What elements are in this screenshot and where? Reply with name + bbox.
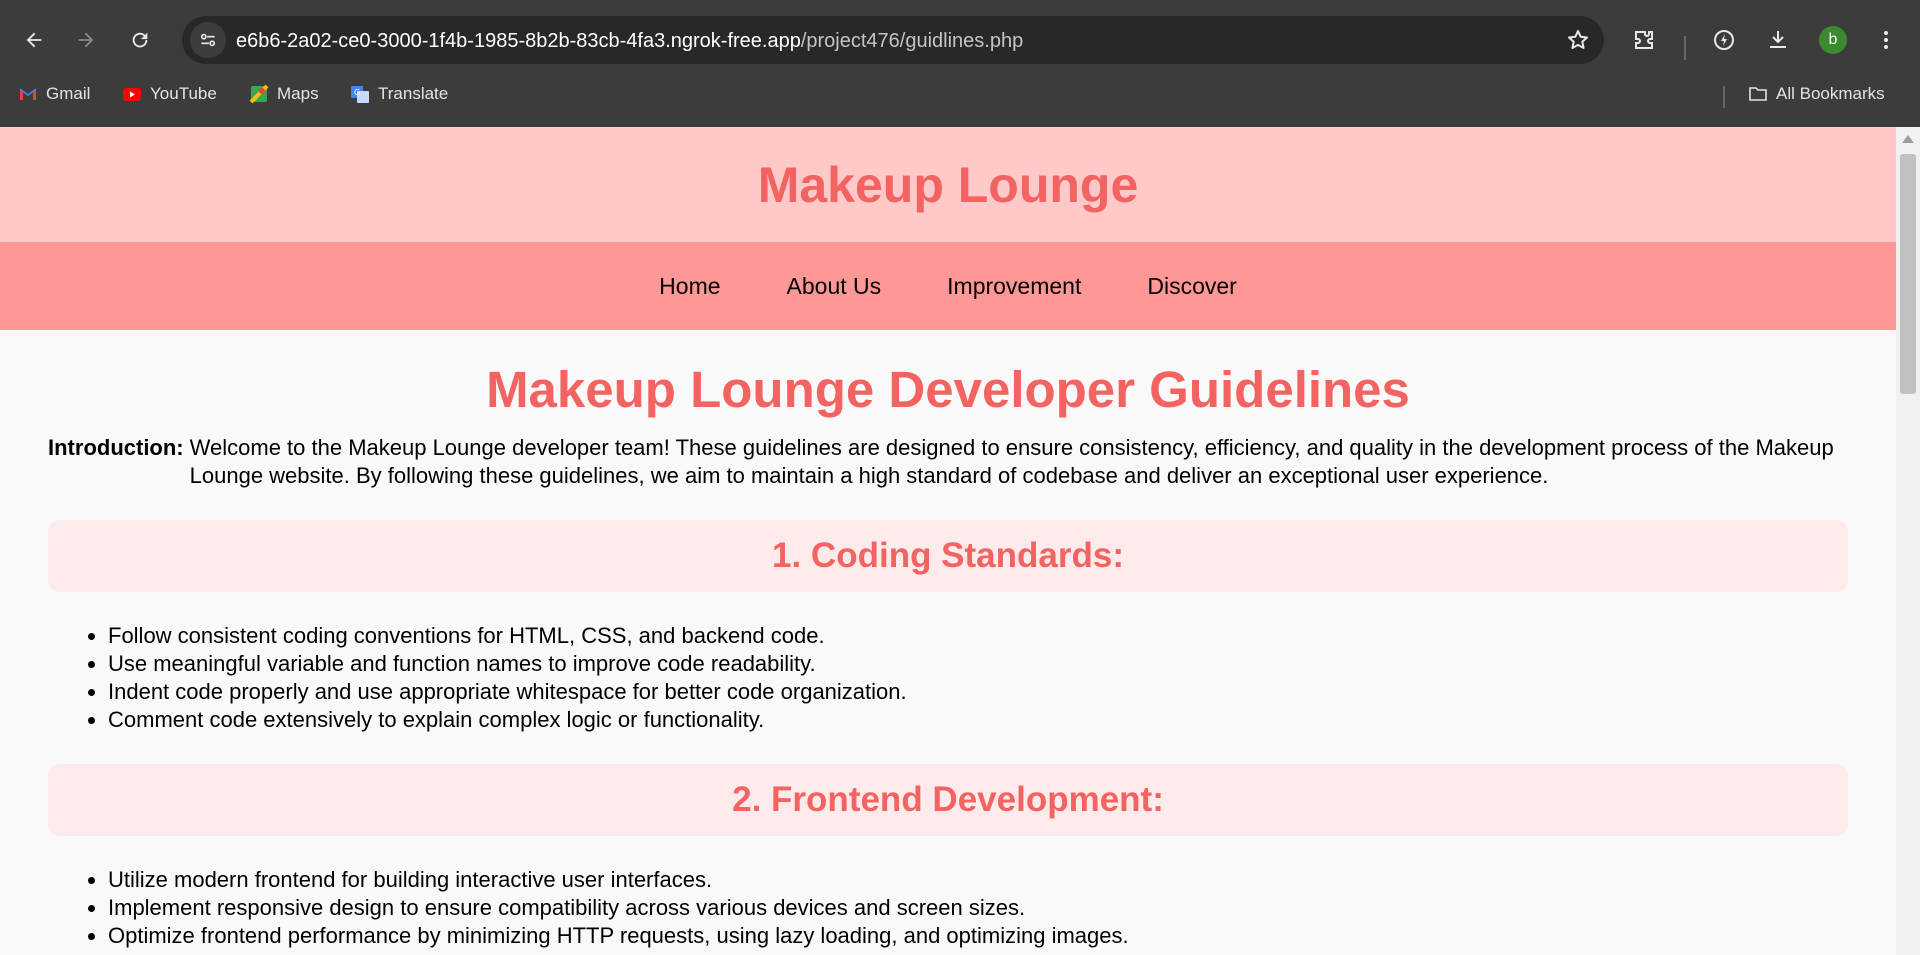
browser-chrome: e6b6-2a02-ce0-3000-1f4b-1985-8b2b-83cb-4… (0, 0, 1920, 127)
list-item: Comment code extensively to explain comp… (108, 706, 1848, 734)
list-item: Optimize frontend performance by minimiz… (108, 922, 1848, 950)
page-scrollbar[interactable] (1896, 127, 1920, 955)
list-item: Implement responsive design to ensure co… (108, 894, 1848, 922)
coding-standards-list: Follow consistent coding conventions for… (48, 622, 1848, 734)
nav-link-about-us[interactable]: About Us (754, 273, 915, 300)
bookmark-label: YouTube (150, 84, 217, 103)
bookmark-maps[interactable]: Maps (249, 80, 319, 108)
svg-text:G: G (354, 88, 360, 97)
url-text[interactable]: e6b6-2a02-ce0-3000-1f4b-1985-8b2b-83cb-4… (236, 30, 1023, 53)
scrollbar-thumb[interactable] (1900, 154, 1916, 394)
bookmark-youtube[interactable]: YouTube (122, 80, 217, 108)
section-header-frontend-development: 2. Frontend Development: (48, 764, 1848, 836)
profile-avatar[interactable]: b (1819, 26, 1847, 54)
page-heading: Makeup Lounge Developer Guidelines (486, 361, 1410, 418)
list-item: Use meaningful variable and function nam… (108, 650, 1848, 678)
all-bookmarks-button[interactable]: All Bookmarks (1748, 80, 1885, 108)
site-info-icon[interactable] (190, 22, 226, 58)
bookmark-star-icon[interactable] (1566, 28, 1590, 52)
intro-label: Introduction: (48, 435, 184, 460)
intro-text: Welcome to the Makeup Lounge developer t… (189, 435, 1834, 488)
nav-link-improvement[interactable]: Improvement (914, 273, 1114, 300)
main-content: Makeup Lounge Developer Guidelines Intro… (0, 360, 1896, 950)
gmail-icon (18, 84, 38, 104)
nav-link-home[interactable]: Home (626, 273, 753, 300)
section-header-coding-standards: 1. Coding Standards: (48, 520, 1848, 592)
back-icon[interactable] (20, 26, 48, 54)
download-icon[interactable] (1762, 24, 1794, 56)
youtube-icon (122, 84, 142, 104)
site-nav: Home About Us Improvement Discover (0, 242, 1896, 330)
toolbar-divider (1684, 36, 1686, 60)
web-page: Makeup Lounge Home About Us Improvement … (0, 127, 1896, 955)
address-bar[interactable]: e6b6-2a02-ce0-3000-1f4b-1985-8b2b-83cb-4… (182, 16, 1604, 64)
extensions-icon[interactable] (1628, 24, 1660, 56)
folder-icon (1748, 84, 1768, 104)
list-item: Follow consistent coding conventions for… (108, 622, 1848, 650)
bookmark-gmail[interactable]: Gmail (18, 80, 90, 108)
all-bookmarks-label: All Bookmarks (1776, 84, 1885, 103)
bookmark-label: Gmail (46, 84, 91, 103)
site-header: Makeup Lounge (0, 127, 1896, 242)
list-item: Indent code properly and use appropriate… (108, 678, 1848, 706)
section-title: 1. Coding Standards: (772, 536, 1124, 575)
url-host: e6b6-2a02-ce0-3000-1f4b-1985-8b2b-83cb-4… (236, 30, 801, 52)
bookmarks-bar: Gmail YouTube Maps G Translate All Bookm (0, 76, 1920, 112)
translate-icon: G (350, 84, 370, 104)
performance-icon[interactable] (1708, 24, 1740, 56)
site-title: Makeup Lounge (757, 156, 1139, 213)
bookmark-label: Translate (378, 84, 449, 103)
scroll-up-arrow-icon[interactable] (1902, 135, 1914, 143)
url-path: /project476/guidlines.php (800, 30, 1024, 52)
bookmark-translate[interactable]: G Translate (350, 80, 448, 108)
browser-toolbar: e6b6-2a02-ce0-3000-1f4b-1985-8b2b-83cb-4… (0, 8, 1920, 72)
bookmark-label: Maps (277, 84, 319, 103)
intro-paragraph: Introduction: Welcome to the Makeup Loun… (48, 434, 1848, 490)
section-title: 2. Frontend Development: (732, 780, 1164, 819)
forward-icon[interactable] (72, 26, 100, 54)
list-item: Utilize modern frontend for building int… (108, 866, 1848, 894)
maps-icon (249, 84, 269, 104)
nav-link-discover[interactable]: Discover (1114, 273, 1269, 300)
frontend-development-list: Utilize modern frontend for building int… (48, 866, 1848, 950)
reload-icon[interactable] (126, 26, 154, 54)
bookmarks-divider (1723, 86, 1725, 108)
more-menu-icon[interactable] (1870, 24, 1902, 56)
